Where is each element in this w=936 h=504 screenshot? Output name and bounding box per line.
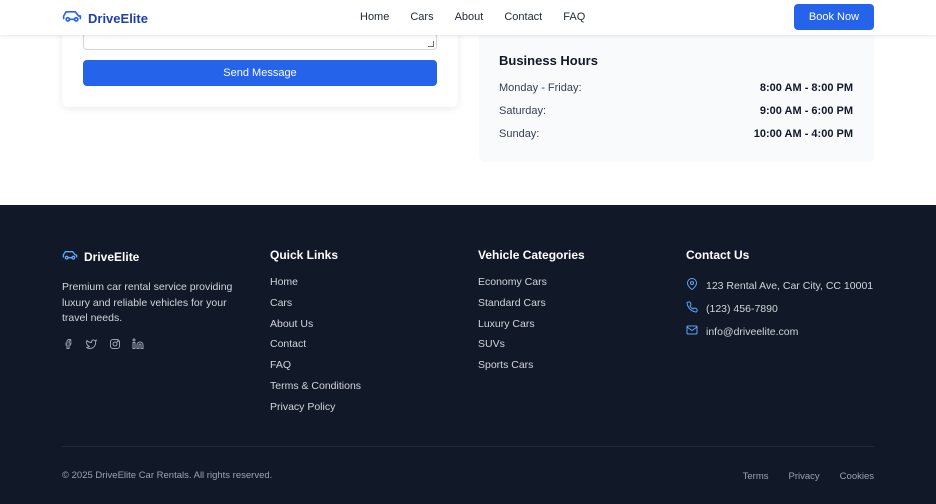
site-footer: DriveElite Premium car rental service pr… — [0, 205, 936, 504]
hours-day: Sunday: — [499, 128, 540, 140]
category-economy[interactable]: Economy Cars — [478, 276, 585, 297]
footer-description: Premium car rental service providing lux… — [62, 281, 233, 324]
footer-quick-links: Quick Links Home Cars About Us Contact F… — [270, 248, 361, 422]
nav-faq[interactable]: FAQ — [563, 11, 585, 23]
nav-cars[interactable]: Cars — [410, 11, 433, 23]
linkedin-icon[interactable] — [131, 338, 144, 351]
footer-link-privacy[interactable]: Privacy Policy — [270, 401, 361, 422]
contact-us-title: Contact Us — [686, 248, 750, 262]
legal-link-cookies[interactable]: Cookies — [840, 471, 874, 482]
nav-home[interactable]: Home — [360, 11, 389, 23]
contact-email-text: info@driveelite.com — [706, 325, 799, 338]
map-pin-icon — [686, 278, 698, 293]
mail-icon — [686, 324, 698, 339]
contact-list: 123 Rental Ave, Car City, CC 10001 (123)… — [686, 274, 873, 343]
footer-brand-name: DriveElite — [84, 250, 140, 264]
legal-link-terms[interactable]: Terms — [743, 471, 769, 482]
phone-icon — [686, 301, 698, 316]
top-navbar: DriveElite Home Cars About Contact FAQ B… — [0, 0, 936, 35]
vehicle-categories-list: Economy Cars Standard Cars Luxury Cars S… — [478, 276, 585, 380]
footer-link-contact[interactable]: Contact — [270, 338, 361, 359]
contact-phone[interactable]: (123) 456-7890 — [686, 297, 873, 320]
category-standard[interactable]: Standard Cars — [478, 297, 585, 318]
quick-links-title: Quick Links — [270, 248, 339, 262]
car-icon — [62, 9, 82, 28]
footer-link-cars[interactable]: Cars — [270, 297, 361, 318]
footer-link-home[interactable]: Home — [270, 276, 361, 297]
hours-row: Sunday: 10:00 AM - 4:00 PM — [499, 128, 853, 140]
footer-brand-column: DriveElite Premium car rental service pr… — [62, 248, 247, 351]
footer-link-terms[interactable]: Terms & Conditions — [270, 380, 361, 401]
business-hours-title: Business Hours — [499, 53, 598, 68]
twitter-icon[interactable] — [85, 338, 98, 351]
quick-links-list: Home Cars About Us Contact FAQ Terms & C… — [270, 276, 361, 422]
footer-link-about[interactable]: About Us — [270, 318, 361, 339]
category-sports[interactable]: Sports Cars — [478, 359, 585, 380]
category-luxury[interactable]: Luxury Cars — [478, 318, 585, 339]
footer-vehicle-categories: Vehicle Categories Economy Cars Standard… — [478, 248, 585, 380]
legal-links: Terms Privacy Cookies — [723, 471, 874, 482]
hours-day: Monday - Friday: — [499, 82, 582, 94]
car-icon — [62, 248, 78, 266]
footer-contact: Contact Us 123 Rental Ave, Car City, CC … — [686, 248, 873, 343]
copyright-text: © 2025 DriveElite Car Rentals. All right… — [62, 470, 273, 481]
contact-address-text: 123 Rental Ave, Car City, CC 10001 — [706, 279, 874, 292]
nav-contact[interactable]: Contact — [504, 11, 542, 23]
contact-email[interactable]: info@driveelite.com — [686, 320, 873, 343]
hours-time: 9:00 AM - 6:00 PM — [759, 105, 853, 117]
brand-logo[interactable]: DriveElite — [62, 9, 148, 28]
contact-phone-text: (123) 456-7890 — [706, 302, 778, 315]
vehicle-categories-title: Vehicle Categories — [478, 248, 585, 262]
hours-time: 10:00 AM - 4:00 PM — [753, 128, 853, 140]
nav-about[interactable]: About — [455, 11, 484, 23]
footer-divider — [62, 446, 874, 447]
main-nav: Home Cars About Contact FAQ — [360, 11, 606, 23]
footer-link-faq[interactable]: FAQ — [270, 359, 361, 380]
hours-row: Saturday: 9:00 AM - 6:00 PM — [499, 105, 853, 117]
legal-link-privacy[interactable]: Privacy — [789, 471, 820, 482]
facebook-icon[interactable] — [62, 338, 75, 351]
hours-time: 8:00 AM - 8:00 PM — [759, 82, 853, 94]
instagram-icon[interactable] — [108, 338, 121, 351]
category-suvs[interactable]: SUVs — [478, 338, 585, 359]
book-now-button[interactable]: Book Now — [794, 4, 874, 30]
resize-handle-icon[interactable] — [428, 41, 434, 47]
hours-day: Saturday: — [499, 105, 547, 117]
hours-row: Monday - Friday: 8:00 AM - 8:00 PM — [499, 82, 853, 94]
send-message-button[interactable]: Send Message — [83, 60, 437, 86]
footer-brand[interactable]: DriveElite — [62, 248, 247, 266]
social-links — [62, 338, 247, 351]
brand-name: DriveElite — [88, 11, 148, 26]
contact-address: 123 Rental Ave, Car City, CC 10001 — [686, 274, 873, 297]
business-hours-card: Business Hours Monday - Friday: 8:00 AM … — [479, 20, 874, 162]
